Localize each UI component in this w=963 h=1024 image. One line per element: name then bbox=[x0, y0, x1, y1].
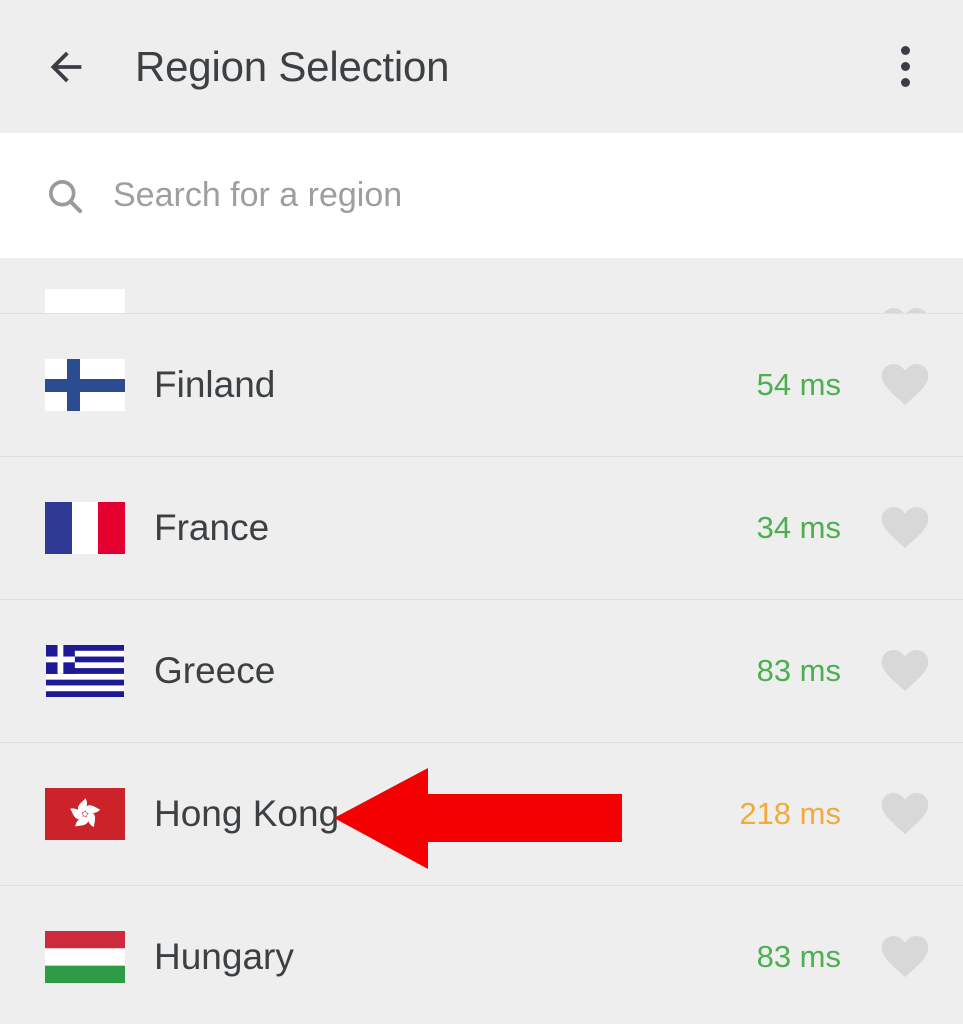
region-row[interactable]: Hungary 83 ms bbox=[0, 885, 963, 1024]
flag-hong-kong-icon bbox=[45, 788, 125, 840]
region-row[interactable]: Finland 54 ms bbox=[0, 313, 963, 456]
search-icon bbox=[42, 173, 88, 219]
partial-flag-icon bbox=[45, 289, 125, 313]
region-flag bbox=[45, 931, 125, 983]
more-vertical-icon-dot bbox=[900, 46, 910, 55]
latency-value: 218 ms bbox=[739, 796, 841, 831]
favorite-button[interactable] bbox=[875, 299, 935, 313]
overflow-menu-button[interactable] bbox=[873, 35, 937, 99]
arrow-left-icon bbox=[50, 51, 82, 82]
region-list[interactable]: Finland 54 ms France 34 ms Greece 83 ms bbox=[0, 258, 963, 1024]
region-flag bbox=[45, 359, 125, 411]
favorite-button[interactable] bbox=[875, 927, 935, 987]
region-name: Hungary bbox=[154, 936, 294, 977]
more-vertical-icon-dot bbox=[900, 78, 910, 87]
region-name: Hong Kong bbox=[154, 793, 340, 834]
region-flag bbox=[45, 645, 125, 697]
favorite-heart-icon bbox=[881, 650, 929, 692]
region-row[interactable]: Greece 83 ms bbox=[0, 599, 963, 742]
flag-finland-icon bbox=[45, 359, 125, 411]
region-selection-screen: Region Selection Finland 54 ms bbox=[0, 0, 963, 1024]
latency-value: 83 ms bbox=[756, 653, 841, 688]
favorite-heart-icon bbox=[883, 308, 927, 313]
region-row[interactable]: France 34 ms bbox=[0, 456, 963, 599]
back-button[interactable] bbox=[36, 37, 96, 97]
search-bar[interactable] bbox=[0, 133, 963, 258]
region-flag bbox=[45, 788, 125, 840]
favorite-heart-icon bbox=[881, 936, 929, 978]
favorite-button[interactable] bbox=[875, 498, 935, 558]
app-bar: Region Selection bbox=[0, 0, 963, 133]
page-title: Region Selection bbox=[135, 42, 450, 90]
latency-value: 34 ms bbox=[756, 510, 841, 545]
latency-value: 83 ms bbox=[756, 939, 841, 974]
search-input[interactable] bbox=[113, 176, 963, 215]
favorite-heart-icon bbox=[881, 364, 929, 406]
flag-greece-icon bbox=[46, 645, 124, 697]
region-row[interactable]: Hong Kong 218 ms bbox=[0, 742, 963, 885]
region-name: France bbox=[154, 507, 270, 548]
more-vertical-icon-dot bbox=[900, 62, 910, 71]
favorite-button[interactable] bbox=[875, 784, 935, 844]
favorite-heart-icon bbox=[881, 793, 929, 835]
region-flag bbox=[45, 502, 125, 554]
flag-hungary-icon bbox=[45, 931, 125, 983]
flag-france-icon bbox=[45, 502, 125, 554]
favorite-heart-icon bbox=[881, 507, 929, 549]
favorite-button[interactable] bbox=[875, 355, 935, 415]
region-name: Greece bbox=[154, 650, 276, 691]
latency-value: 54 ms bbox=[756, 367, 841, 402]
favorite-button[interactable] bbox=[875, 641, 935, 701]
region-name: Finland bbox=[154, 364, 276, 405]
region-flag bbox=[45, 289, 125, 313]
region-row-partial[interactable] bbox=[0, 258, 963, 313]
